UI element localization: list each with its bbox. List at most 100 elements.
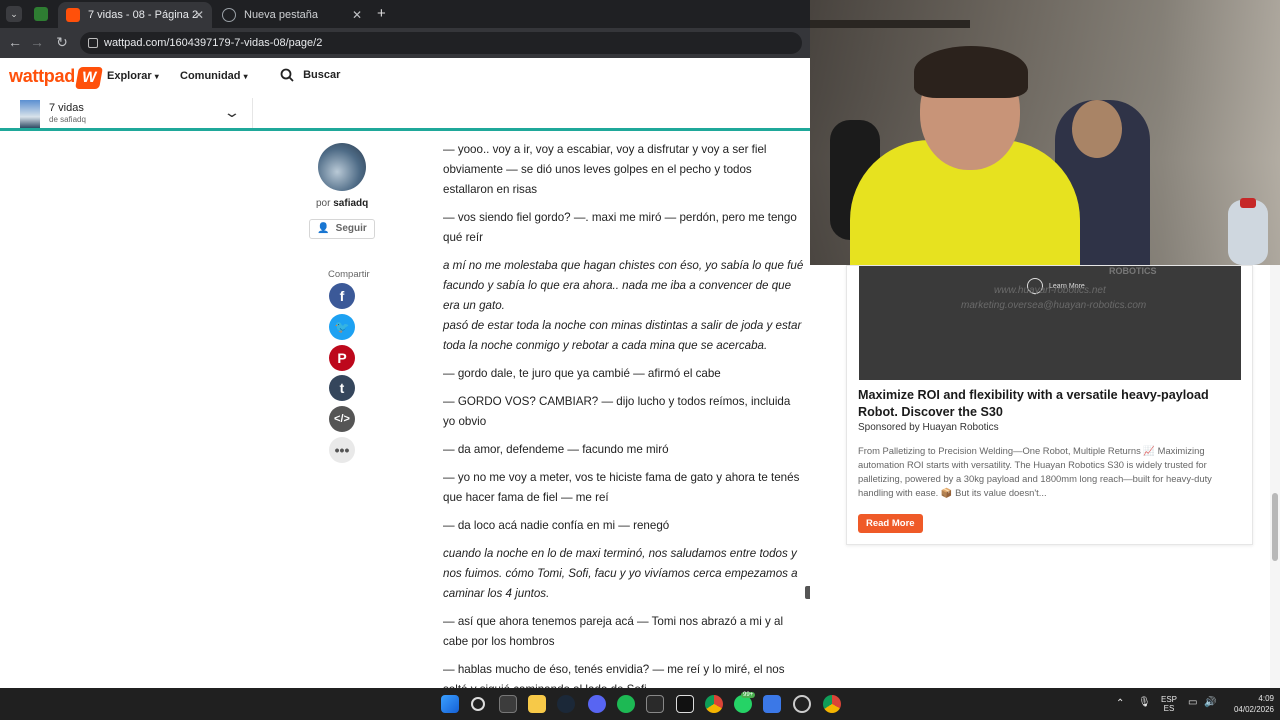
story-paragraph: — así que ahora tenemos pareja acá — Tom… <box>443 615 784 648</box>
network-icon[interactable]: ▭ <box>1188 697 1197 708</box>
story-toc-bar[interactable]: 7 vidas de safiadq ⌄ <box>0 98 810 131</box>
embed-icon[interactable]: </> <box>329 406 355 432</box>
tumblr-icon[interactable]: t <box>329 375 355 401</box>
webcam-bottle <box>1228 200 1268 265</box>
tab-search-button[interactable]: ⌄ <box>6 6 22 22</box>
explore-label: Explorar <box>107 70 152 82</box>
story-paragraph: — yo no me voy a meter, vos te hiciste f… <box>443 471 800 504</box>
tab-label: Nueva pestaña <box>244 9 318 21</box>
tab-wattpad[interactable]: 7 vidas - 08 - Página 2 - Wattp ✕ <box>58 2 212 28</box>
back-icon[interactable]: ← <box>6 34 24 50</box>
facebook-icon[interactable]: f <box>329 283 355 309</box>
ad-image[interactable]: ROBOTICS Learn More www.huayan-robotics.… <box>859 266 1241 380</box>
twitter-icon[interactable]: 🐦 <box>329 314 355 340</box>
logo-text: wattpad <box>9 66 75 86</box>
sponsored-ad-card[interactable]: ROBOTICS Learn More www.huayan-robotics.… <box>846 265 1253 545</box>
author-byline: por safiadq <box>316 198 368 209</box>
follow-label: Seguir <box>335 223 367 234</box>
obs-icon[interactable] <box>793 695 811 713</box>
photos-icon[interactable] <box>763 695 781 713</box>
site-info-icon[interactable] <box>88 38 98 48</box>
webcam-person-back-head <box>1072 100 1122 158</box>
epic-games-icon[interactable] <box>646 695 664 713</box>
story-text: — yooo.. voy a ir, voy a escabiar, voy a… <box>443 140 805 708</box>
share-label: Compartir <box>328 269 370 280</box>
chrome-icon[interactable] <box>705 695 723 713</box>
wattpad-logo[interactable]: wattpad W <box>9 66 103 89</box>
forward-icon[interactable]: → <box>28 34 46 50</box>
avatar[interactable] <box>318 143 366 191</box>
search-icon <box>280 68 294 82</box>
time: 4:09 <box>1258 694 1274 703</box>
new-tab-button[interactable]: + <box>377 5 386 22</box>
caret-down-icon: ▾ <box>154 72 159 81</box>
webcam-shelf <box>810 20 970 28</box>
story-cover-image <box>20 100 40 128</box>
chrome-icon[interactable] <box>823 695 841 713</box>
site-header: wattpad W Explorar ▾ Comunidad ▾ Buscar <box>0 58 810 98</box>
story-author: de safiadq <box>49 115 86 124</box>
webcam-overlay <box>810 0 1280 265</box>
spotify-icon[interactable] <box>617 695 635 713</box>
ad-image-brand: ROBOTICS <box>1109 266 1157 276</box>
file-explorer-icon[interactable] <box>528 695 546 713</box>
steam-icon[interactable] <box>557 695 575 713</box>
more-icon[interactable]: ••• <box>329 437 355 463</box>
language-indicator[interactable]: ESP ES <box>1159 695 1179 713</box>
windows-taskbar: 99+ ⌃ 🎙 ESP ES ▭ 🔊 4:09 04/02/2026 <box>0 688 1280 720</box>
globe-icon <box>222 8 236 22</box>
story-paragraph: — da amor, defendeme — facundo me miró <box>443 443 669 456</box>
divider <box>252 98 253 128</box>
ad-image-url: www.huayan-robotics.net <box>994 285 1106 296</box>
chevron-down-icon[interactable]: ⌄ <box>223 104 241 121</box>
tab-new[interactable]: Nueva pestaña ✕ <box>214 2 370 28</box>
search-label: Buscar <box>303 68 341 81</box>
ad-image-email: marketing.oversea@huayan-robotics.com <box>961 300 1147 311</box>
clock[interactable]: 4:09 04/02/2026 <box>1222 694 1274 714</box>
address-toolbar: ← → ↻ wattpad.com/1604397179-7-vidas-08/… <box>0 28 810 58</box>
chevron-up-icon[interactable]: ⌃ <box>1116 698 1124 709</box>
story-title: 7 vidas <box>49 102 84 114</box>
language-top: ESP <box>1160 695 1177 704</box>
pinned-tab-icon[interactable] <box>34 7 48 21</box>
story-paragraph: — vos siendo fiel gordo? —. maxi me miró… <box>443 211 797 244</box>
ad-title[interactable]: Maximize ROI and flexibility with a vers… <box>858 387 1244 421</box>
reload-icon[interactable]: ↻ <box>53 34 71 51</box>
read-more-button[interactable]: Read More <box>858 514 923 533</box>
search-button[interactable]: Buscar <box>280 68 340 82</box>
language-bottom: ES <box>1163 704 1175 713</box>
browser-tab-strip: ⌄ 7 vidas - 08 - Página 2 - Wattp ✕ Nuev… <box>0 0 810 28</box>
pinterest-icon[interactable]: P <box>329 345 355 371</box>
story-paragraph: — yooo.. voy a ir, voy a escabiar, voy a… <box>443 143 767 196</box>
add-user-icon: 👤 <box>317 223 330 234</box>
url-input[interactable]: wattpad.com/1604397179-7-vidas-08/page/2 <box>80 32 802 54</box>
wattpad-favicon-icon <box>66 8 80 22</box>
explore-menu[interactable]: Explorar ▾ <box>107 70 159 82</box>
caret-down-icon: ▾ <box>243 72 248 81</box>
search-icon[interactable] <box>471 697 485 711</box>
notification-badge: 99+ <box>741 692 756 698</box>
tab-label: 7 vidas - 08 - Página 2 - Wattp <box>88 9 198 21</box>
author-name[interactable]: safiadq <box>333 198 368 209</box>
ad-description: From Palletizing to Precision Welding—On… <box>858 445 1212 498</box>
webcam-bottle-cap <box>1240 198 1256 208</box>
story-paragraph: a mí no me molestaba que hagan chistes c… <box>443 259 804 352</box>
story-paragraph: — gordo dale, te juro que ya cambié — af… <box>443 367 721 380</box>
community-menu[interactable]: Comunidad ▾ <box>180 70 248 82</box>
close-icon[interactable]: ✕ <box>194 8 204 22</box>
volume-icon[interactable]: 🔊 <box>1204 697 1216 708</box>
follow-button[interactable]: 👤 Seguir <box>309 219 375 239</box>
widgets-icon[interactable] <box>499 695 517 713</box>
microphone-icon[interactable]: 🎙 <box>1138 697 1151 708</box>
story-paragraph: — GORDO VOS? CAMBIAR? — dijo lucho y tod… <box>443 395 791 428</box>
story-paragraph: — da loco acá nadie confía en mi — reneg… <box>443 519 670 532</box>
close-icon[interactable]: ✕ <box>352 8 362 22</box>
windows-start-icon[interactable] <box>441 695 459 713</box>
webcam-person-front-hair <box>914 46 1028 98</box>
scrollbar-thumb[interactable] <box>1272 493 1278 561</box>
logo-mark: W <box>74 67 103 89</box>
date: 04/02/2026 <box>1233 705 1274 714</box>
discord-icon[interactable] <box>588 695 606 713</box>
scrollbar-track[interactable] <box>1270 265 1280 688</box>
capcut-icon[interactable] <box>676 695 694 713</box>
